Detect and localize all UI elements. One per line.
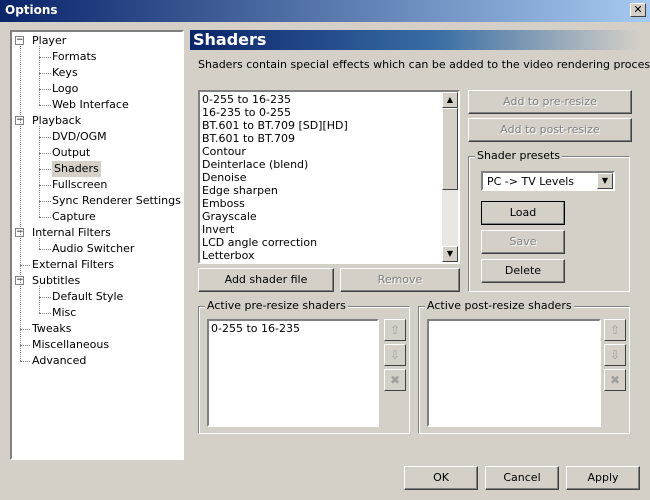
preset-selected-value: PC -> TV Levels	[487, 175, 575, 188]
pre-resize-label: Active pre-resize shaders	[205, 299, 348, 312]
tree-connector	[39, 105, 51, 106]
tree-connector	[39, 89, 51, 90]
tree-connector	[20, 361, 30, 362]
remove-button[interactable]: Remove	[340, 268, 460, 292]
tree-connector	[20, 329, 30, 330]
options-tree[interactable]: − Player Formats Keys Logo Web Interface − Play…	[10, 30, 184, 460]
shader-list[interactable]: 0-255 to 16-235 16-235 to 0-255 BT.601 to …	[198, 90, 460, 264]
shader-list-item[interactable]: Grayscale	[200, 210, 458, 223]
apply-button[interactable]: Apply	[566, 466, 640, 490]
move-down-icon[interactable]: ⇩	[384, 344, 406, 366]
tree-connector	[39, 137, 51, 138]
tree-connector	[39, 313, 51, 314]
expander-icon[interactable]: −	[15, 36, 24, 45]
post-resize-group: Active post-resize shaders ⇧ ⇩ ✖	[418, 299, 630, 434]
tree-connector	[39, 46, 40, 105]
page-title: Shaders	[190, 30, 640, 50]
pre-resize-list[interactable]: 0-255 to 16-235	[207, 319, 379, 427]
preset-dropdown[interactable]: PC -> TV Levels ▼	[481, 171, 615, 191]
tree-connector	[39, 126, 40, 217]
shader-list-item[interactable]: Emboss	[200, 197, 458, 210]
shader-list-item[interactable]: BT.601 to BT.709 [SD][HD]	[200, 119, 458, 132]
scroll-thumb[interactable]	[442, 108, 458, 190]
tree-item-external-filters[interactable]: External Filters	[32, 257, 114, 273]
tree-connector	[39, 169, 51, 170]
shader-list-item[interactable]: Contour	[200, 145, 458, 158]
tree-connector	[39, 153, 51, 154]
shader-list-item[interactable]: Invert	[200, 223, 458, 236]
move-up-icon[interactable]: ⇧	[384, 319, 406, 341]
scroll-up-icon[interactable]: ▲	[442, 92, 458, 108]
post-resize-label: Active post-resize shaders	[425, 299, 574, 312]
window-title: Options	[5, 3, 58, 17]
tree-item-miscellaneous[interactable]: Miscellaneous	[32, 337, 109, 353]
tree-connector	[39, 297, 51, 298]
shader-list-item[interactable]: 16-235 to 0-255	[200, 106, 458, 119]
add-to-pre-resize-button[interactable]: Add to pre-resize	[468, 90, 632, 114]
tree-connector	[39, 238, 40, 249]
tree-item-sync-renderer-settings[interactable]: Sync Renderer Settings	[52, 193, 181, 209]
tree-item-keys[interactable]: Keys	[52, 65, 78, 81]
tree-item-web-interface[interactable]: Web Interface	[52, 97, 129, 113]
pre-resize-group: Active pre-resize shaders 0-255 to 16-23…	[198, 299, 410, 434]
tree-item-fullscreen[interactable]: Fullscreen	[52, 177, 107, 193]
tree-connector	[39, 57, 51, 58]
tree-item-shaders[interactable]: Shaders	[52, 161, 101, 177]
post-resize-list[interactable]	[427, 319, 601, 427]
tree-connector	[39, 286, 40, 313]
tree-connector	[39, 73, 51, 74]
tree-connector	[20, 46, 21, 361]
save-button[interactable]: Save	[481, 230, 565, 254]
shader-list-item[interactable]: BT.601 to BT.709	[200, 132, 458, 145]
tree-connector	[20, 265, 30, 266]
tree-item-default-style[interactable]: Default Style	[52, 289, 123, 305]
chevron-down-icon[interactable]: ▼	[597, 173, 613, 189]
tree-item-tweaks[interactable]: Tweaks	[32, 321, 72, 337]
tree-connector	[39, 185, 51, 186]
tree-item-advanced[interactable]: Advanced	[32, 353, 86, 369]
shader-list-item[interactable]: LCD angle correction	[200, 236, 458, 249]
tree-item-logo[interactable]: Logo	[52, 81, 78, 97]
shader-list-item[interactable]: Edge sharpen	[200, 184, 458, 197]
shader-list-item[interactable]: Denoise	[200, 171, 458, 184]
tree-item-internal-filters[interactable]: Internal Filters	[32, 225, 111, 241]
shader-list-scrollbar[interactable]: ▲ ▼	[442, 92, 458, 262]
pre-resize-item[interactable]: 0-255 to 16-235	[209, 322, 377, 335]
tree-item-capture[interactable]: Capture	[52, 209, 96, 225]
tree-connector	[20, 345, 30, 346]
scroll-down-icon[interactable]: ▼	[442, 246, 458, 262]
load-button[interactable]: Load	[481, 201, 565, 225]
delete-button[interactable]: Delete	[481, 259, 565, 283]
tree-connector	[39, 249, 51, 250]
remove-icon[interactable]: ✖	[384, 369, 406, 391]
shader-list-item[interactable]: 0-255 to 16-235	[200, 93, 458, 106]
shader-presets-group: Shader presets PC -> TV Levels ▼ Load Sa…	[468, 149, 630, 292]
add-to-post-resize-button[interactable]: Add to post-resize	[468, 118, 632, 142]
add-shader-file-button[interactable]: Add shader file	[198, 268, 334, 292]
tree-item-misc[interactable]: Misc	[52, 305, 76, 321]
title-bar: Options ✕	[0, 0, 650, 22]
tree-item-formats[interactable]: Formats	[52, 49, 97, 65]
cancel-button[interactable]: Cancel	[485, 466, 559, 490]
ok-button[interactable]: OK	[404, 466, 478, 490]
tree-item-player[interactable]: Player	[32, 33, 66, 49]
shader-list-item[interactable]: Letterbox	[200, 249, 458, 262]
move-up-icon[interactable]: ⇧	[604, 319, 626, 341]
tree-item-output[interactable]: Output	[52, 145, 90, 161]
close-icon[interactable]: ✕	[630, 3, 646, 17]
shader-presets-label: Shader presets	[475, 149, 563, 162]
move-down-icon[interactable]: ⇩	[604, 344, 626, 366]
tree-connector	[39, 217, 51, 218]
tree-connector	[39, 201, 51, 202]
page-description: Shaders contain special effects which ca…	[198, 58, 650, 71]
tree-item-dvd-ogm[interactable]: DVD/OGM	[52, 129, 107, 145]
remove-icon[interactable]: ✖	[604, 369, 626, 391]
shader-list-item[interactable]: Deinterlace (blend)	[200, 158, 458, 171]
tree-item-audio-switcher[interactable]: Audio Switcher	[52, 241, 134, 257]
